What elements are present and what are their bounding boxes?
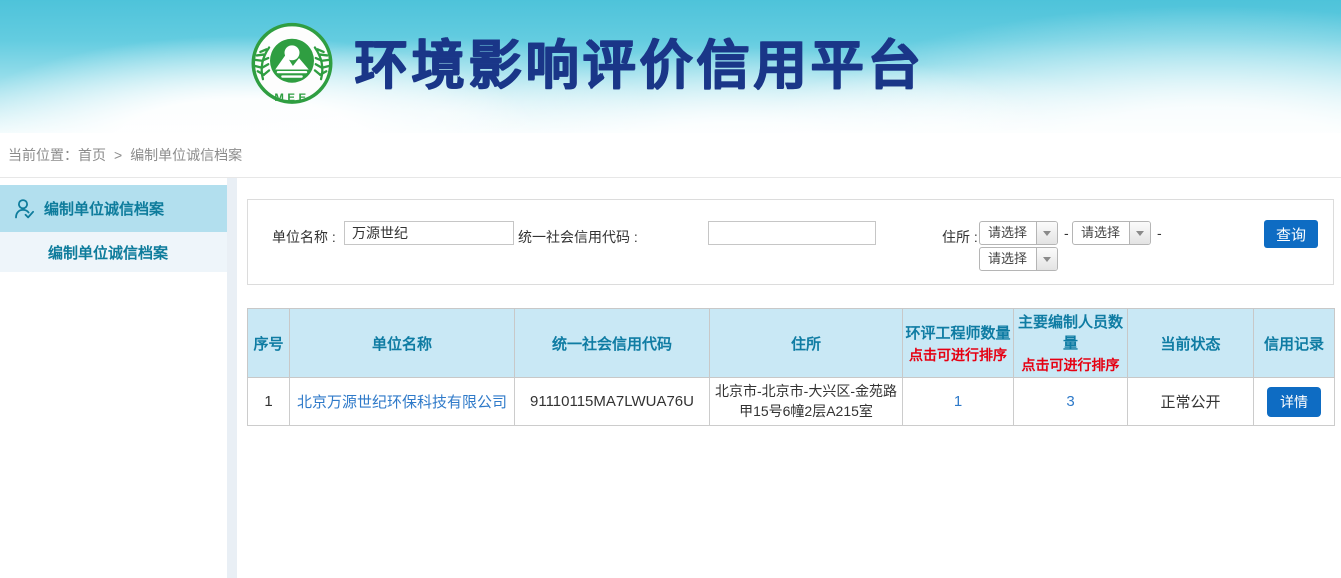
col-header-staff-count-label: 主要编制人员数量	[1016, 311, 1125, 353]
company-link[interactable]: 北京万源世纪环保科技有限公司	[297, 394, 507, 411]
col-header-status: 当前状态	[1128, 309, 1254, 378]
sidebar-subitem-unit-credit-archive[interactable]: 编制单位诚信档案	[0, 232, 227, 272]
chevron-down-icon[interactable]	[1129, 222, 1150, 244]
breadcrumb-separator: >	[114, 147, 122, 163]
breadcrumb-home-link[interactable]: 首页	[78, 145, 106, 165]
query-button[interactable]: 查询	[1264, 220, 1318, 248]
content-layout: 编制单位诚信档案 编制单位诚信档案 单位名称 : 统一社会信用代码 : 住所 :…	[0, 178, 1341, 578]
main-content: 单位名称 : 统一社会信用代码 : 住所 : 请选择 - 请选择 - 请选择	[237, 178, 1341, 578]
page: MEE 环境影响评价信用平台 当前位置： 首页 > 编制单位诚信档案 编制单位诚…	[0, 0, 1341, 578]
chevron-down-icon[interactable]	[1036, 222, 1057, 244]
address-dash-2: -	[1157, 225, 1162, 241]
district-select-value: 请选择	[980, 248, 1036, 270]
district-select[interactable]: 请选择	[979, 247, 1058, 271]
site-title: 环境影响评价信用平台	[354, 20, 924, 112]
sidebar-item-label: 编制单位诚信档案	[44, 198, 164, 219]
table-header-row: 序号 单位名称 统一社会信用代码 住所 环评工程师数量 点击可进行排序 主要编制…	[248, 309, 1335, 378]
mee-logo-icon: MEE	[248, 21, 336, 111]
credit-code-input[interactable]	[708, 221, 876, 245]
province-select[interactable]: 请选择	[979, 221, 1058, 245]
col-header-company: 单位名称	[290, 309, 515, 378]
col-header-engineer-count[interactable]: 环评工程师数量 点击可进行排序	[903, 309, 1014, 378]
province-select-value: 请选择	[980, 222, 1036, 244]
user-check-icon	[13, 198, 35, 220]
staff-count-link[interactable]: 3	[1066, 393, 1074, 410]
address-dash-1: -	[1064, 225, 1069, 241]
credit-code-label: 统一社会信用代码 :	[518, 227, 638, 247]
col-header-credit-record: 信用记录	[1254, 309, 1335, 378]
col-header-index: 序号	[248, 309, 290, 378]
company-name-label: 单位名称 :	[272, 227, 336, 247]
detail-button[interactable]: 详情	[1267, 387, 1321, 417]
col-header-credit-code: 统一社会信用代码	[515, 309, 710, 378]
table-row: 1 北京万源世纪环保科技有限公司 91110115MA7LWUA76U 北京市-…	[248, 378, 1335, 426]
col-header-address: 住所	[710, 309, 903, 378]
staff-count-sort-hint[interactable]: 点击可进行排序	[1016, 355, 1125, 375]
sidebar-item-unit-credit-archive[interactable]: 编制单位诚信档案	[0, 185, 227, 232]
company-name-input[interactable]	[344, 221, 514, 245]
breadcrumb-label: 当前位置：	[8, 145, 78, 165]
cell-status: 正常公开	[1128, 378, 1254, 426]
breadcrumb-current: 编制单位诚信档案	[130, 145, 242, 165]
engineer-count-link[interactable]: 1	[954, 393, 962, 410]
address-label: 住所 :	[942, 227, 978, 247]
engineer-count-sort-hint[interactable]: 点击可进行排序	[905, 345, 1011, 365]
search-panel: 单位名称 : 统一社会信用代码 : 住所 : 请选择 - 请选择 - 请选择	[247, 199, 1334, 285]
result-table: 序号 单位名称 统一社会信用代码 住所 环评工程师数量 点击可进行排序 主要编制…	[247, 308, 1335, 426]
city-select-value: 请选择	[1073, 222, 1129, 244]
cell-address: 北京市-北京市-大兴区-金苑路甲15号6幢2层A215室	[710, 378, 903, 426]
svg-text:MEE: MEE	[274, 92, 309, 104]
site-banner: MEE 环境影响评价信用平台	[0, 0, 1341, 133]
breadcrumb: 当前位置： 首页 > 编制单位诚信档案	[0, 133, 1341, 178]
cell-index: 1	[248, 378, 290, 426]
col-header-staff-count[interactable]: 主要编制人员数量 点击可进行排序	[1014, 309, 1128, 378]
sidebar: 编制单位诚信档案 编制单位诚信档案	[0, 178, 227, 578]
chevron-down-icon[interactable]	[1036, 248, 1057, 270]
brand: MEE 环境影响评价信用平台	[248, 20, 924, 112]
cell-credit-code: 91110115MA7LWUA76U	[515, 378, 710, 426]
sidebar-divider	[227, 178, 237, 578]
col-header-engineer-count-label: 环评工程师数量	[905, 322, 1011, 343]
city-select[interactable]: 请选择	[1072, 221, 1151, 245]
